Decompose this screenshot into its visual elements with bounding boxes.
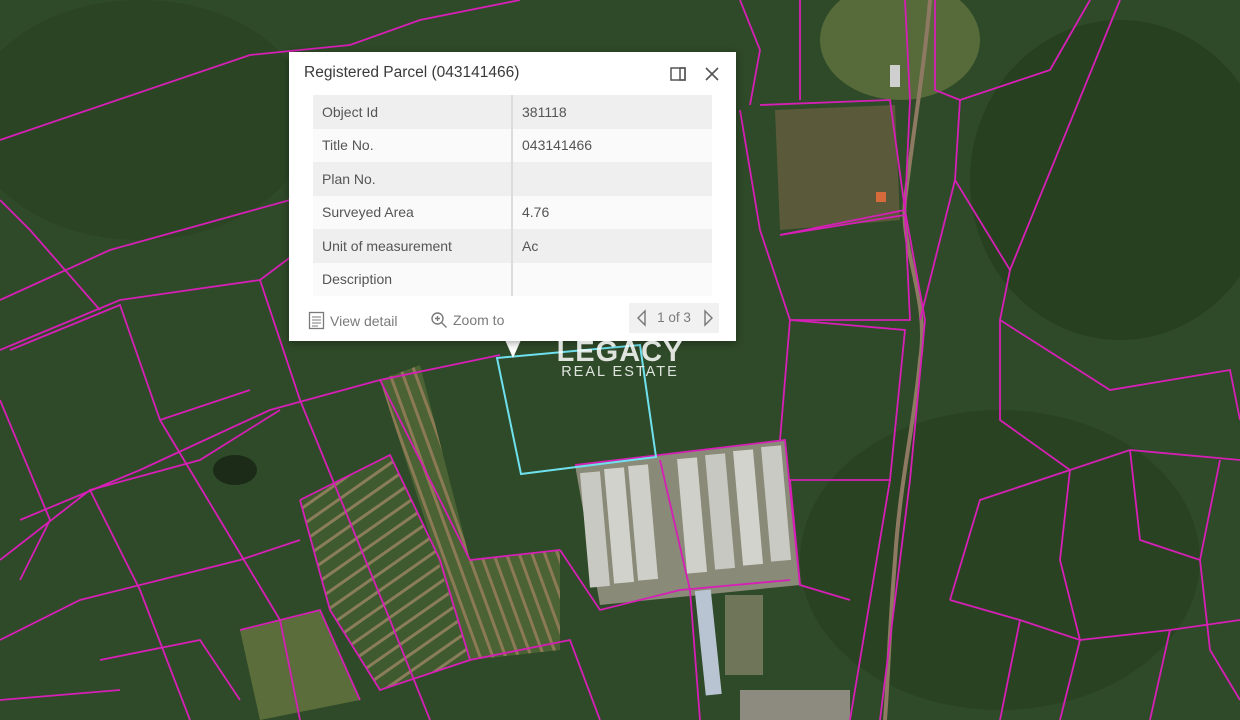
table-row: Title No. 043141466 (313, 128, 712, 162)
popup-pointer (505, 340, 521, 358)
pond (213, 455, 257, 485)
chevron-right-icon (704, 309, 713, 327)
table-row: Description (313, 262, 712, 296)
view-detail-button[interactable]: View detail (308, 311, 397, 330)
field-label: Description (313, 262, 513, 296)
zoom-to-button[interactable]: Zoom to (430, 311, 504, 329)
field-value: 4.76 (512, 195, 712, 229)
field-label: Title No. (313, 128, 513, 162)
field-value: 043141466 (512, 128, 712, 162)
table-row: Surveyed Area 4.76 (313, 195, 712, 229)
close-button[interactable] (703, 65, 721, 83)
zoom-in-icon (431, 312, 447, 328)
field-value: Ac (512, 229, 712, 263)
watermark-subtitle: REAL ESTATE (561, 364, 679, 380)
next-feature-button[interactable] (701, 309, 715, 327)
field-label: Object Id (313, 95, 513, 129)
table-row: Object Id 381118 (313, 95, 712, 129)
poultry-shed (725, 595, 763, 675)
building (740, 690, 850, 720)
table-row: Unit of measurement Ac (313, 229, 712, 263)
field-value (512, 162, 712, 196)
field-label: Surveyed Area (313, 195, 513, 229)
building (876, 192, 886, 202)
popup-title: Registered Parcel (043141466) (304, 64, 520, 81)
parcel-popup: Registered Parcel (043141466) Object Id … (289, 52, 736, 341)
building (890, 65, 900, 87)
zoom-to-label: Zoom to (453, 312, 505, 328)
field-label: Plan No. (313, 162, 513, 196)
table-row: Plan No. (313, 162, 712, 196)
view-detail-label: View detail (330, 312, 398, 329)
close-icon (705, 67, 719, 81)
field-value: 381118 (512, 95, 712, 129)
attribute-table: Object Id 381118 Title No. 043141466 Pla… (313, 95, 712, 296)
dock-button[interactable] (669, 65, 687, 83)
document-icon (308, 311, 325, 330)
field-label: Unit of measurement (313, 229, 513, 263)
field-value (512, 262, 712, 296)
dock-icon (670, 67, 686, 81)
pagination: 1 of 3 (629, 303, 719, 333)
orchard (775, 105, 900, 230)
